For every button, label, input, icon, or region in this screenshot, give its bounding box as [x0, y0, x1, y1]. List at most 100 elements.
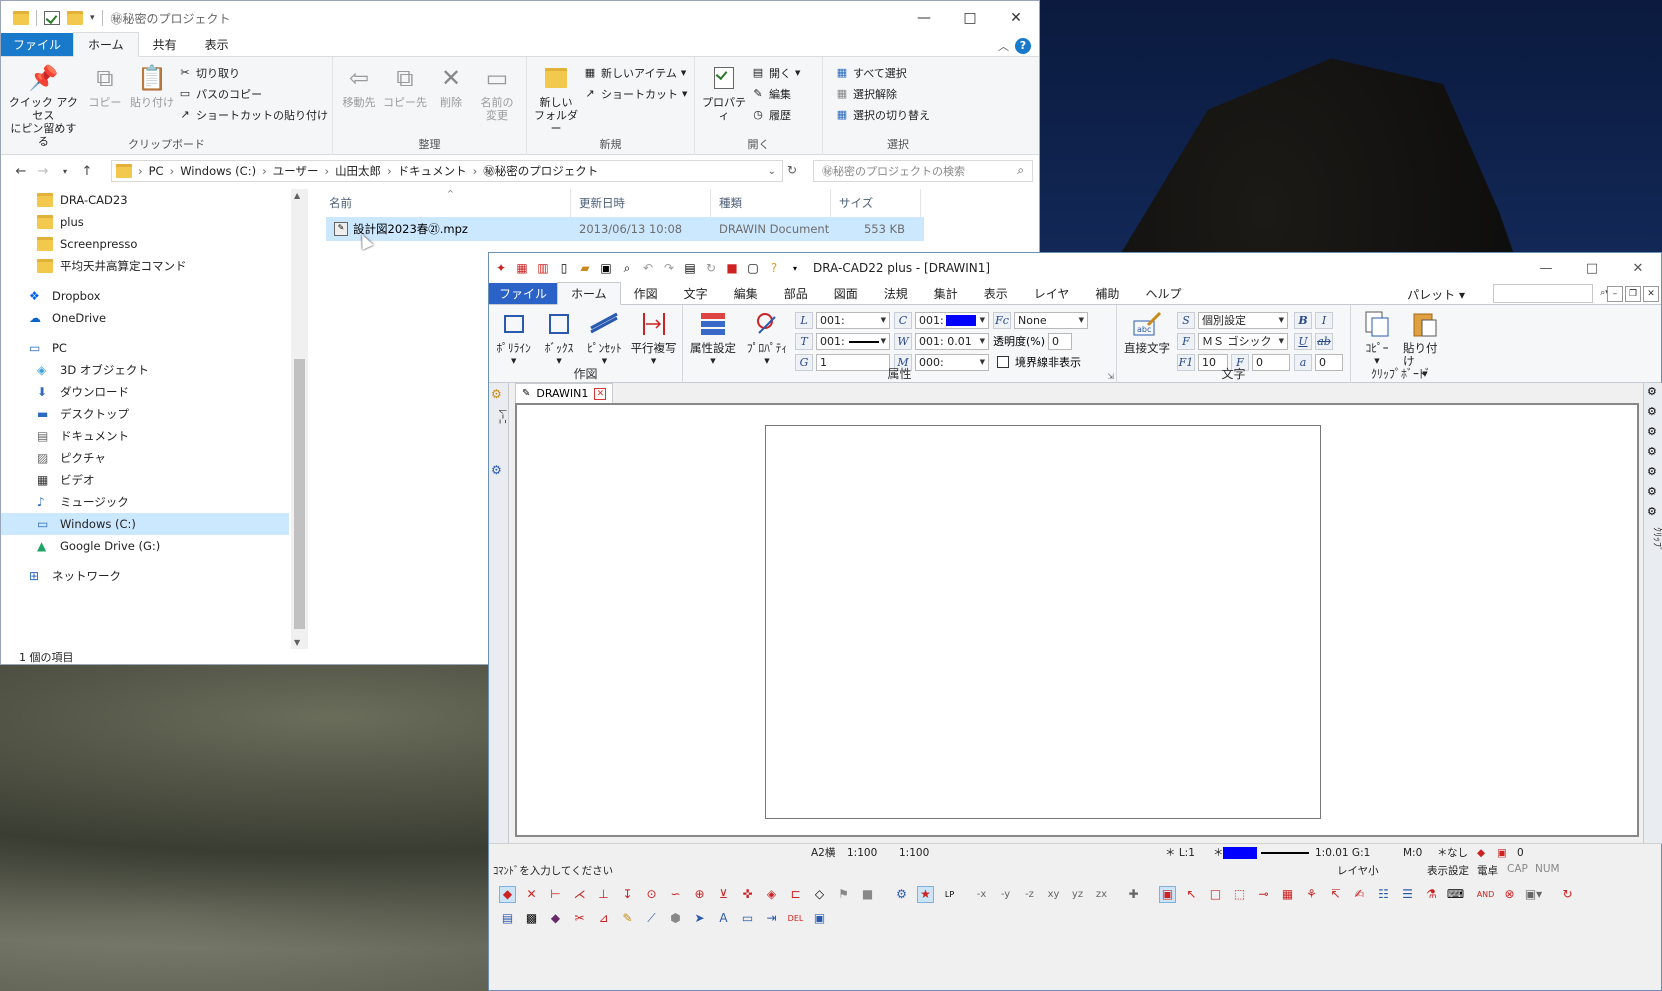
breadcrumb-drive[interactable]: Windows (C:) — [180, 164, 256, 178]
italic-button[interactable]: I — [1315, 311, 1333, 329]
menu-draw[interactable]: 作図 — [621, 283, 671, 304]
yz-lock-icon[interactable]: yz — [1069, 886, 1086, 903]
open-folder-icon[interactable]: ▰ — [577, 260, 593, 276]
help-icon[interactable]: ? — [766, 260, 782, 276]
fill-combo[interactable]: Fc None ▼ — [993, 311, 1088, 329]
copy-path-button[interactable]: ▭ パスのコピー — [178, 85, 328, 102]
zx-lock-icon[interactable]: zx — [1093, 886, 1110, 903]
help-icon[interactable]: ? — [1015, 38, 1031, 54]
select-cursor-icon[interactable]: ↖ — [1183, 886, 1200, 903]
align-icon[interactable]: ⇥ — [763, 910, 780, 927]
center-snap-icon[interactable]: ⊙ — [643, 886, 660, 903]
select-pick-icon[interactable]: ⚘ — [1303, 886, 1320, 903]
select-hand-icon[interactable]: ✍ — [1351, 886, 1368, 903]
select-none-button[interactable]: ▦ 選択解除 — [835, 85, 930, 102]
cad-close-button[interactable]: ✕ — [1615, 253, 1661, 283]
sidebar-item[interactable]: ⊞ ネットワーク — [1, 565, 308, 587]
layer-panel-icon[interactable]: ⚙ — [491, 387, 502, 401]
collapse-ribbon-icon[interactable]: ︿ — [998, 38, 1009, 54]
dialog-launcher-icon[interactable]: ⇲ — [1107, 372, 1114, 381]
calculator[interactable]: 電卓 — [1477, 863, 1498, 878]
layer-filter-icon[interactable]: ☰ — [1399, 886, 1416, 903]
magic-select-icon[interactable]: ⚗ — [1423, 886, 1440, 903]
lp-icon[interactable]: LP — [941, 886, 958, 903]
underline-button[interactable]: U — [1294, 332, 1312, 350]
hexagon-icon[interactable]: ⬢ — [667, 910, 684, 927]
line-type-combo[interactable]: L 001: ▼ — [795, 311, 890, 329]
select-pointer-icon[interactable]: ↸ — [1327, 886, 1344, 903]
x-lock-icon[interactable]: -x — [973, 886, 990, 903]
star-snap-icon[interactable]: ★ — [917, 885, 934, 903]
stop-icon[interactable]: ■ — [859, 886, 876, 903]
clipboard-icon[interactable]: ▤ — [682, 260, 698, 276]
edit-button[interactable]: ✎ 編集 — [751, 85, 800, 102]
up-arrow-icon[interactable]: ↑ — [79, 164, 95, 179]
sidebar-item[interactable]: ▦ ビデオ — [1, 469, 308, 491]
xy-lock-icon[interactable]: xy — [1045, 886, 1062, 903]
forward-arrow-icon[interactable]: → — [35, 164, 51, 179]
panel-icon-2[interactable]: ⚙ — [1647, 405, 1657, 418]
sidebar-item[interactable]: ❖ Dropbox — [1, 285, 308, 307]
property-table-icon[interactable]: ▤ — [499, 910, 516, 927]
current-line-sample[interactable] — [1261, 852, 1309, 854]
panel-icon-1[interactable]: ⚙ — [1647, 385, 1657, 398]
select-window-icon[interactable]: ▣ — [1159, 885, 1176, 903]
transparency-field[interactable]: 透明度(%) 0 — [993, 332, 1088, 350]
tab-file[interactable]: ファイル — [1, 33, 74, 56]
del-icon[interactable]: DEL — [787, 910, 804, 927]
properties-check-icon[interactable] — [44, 11, 60, 25]
line-icon[interactable]: ⟋ — [643, 910, 660, 927]
sidebar-item[interactable]: 平均天井高算定コマンド — [1, 255, 308, 277]
record-icon[interactable]: ■ — [724, 260, 740, 276]
print-preview-icon[interactable]: ⌕ — [619, 260, 635, 276]
filter-icon[interactable]: ☷ — [1375, 886, 1392, 903]
tab-home[interactable]: ホーム — [73, 32, 139, 57]
search-input[interactable]: ㊙秘密のプロジェクトの検索 ⌕ — [813, 160, 1033, 182]
menu-home[interactable]: ホーム — [557, 282, 621, 305]
distance-snap-icon[interactable]: ◈ — [763, 886, 780, 903]
column-modified[interactable]: 更新日時 — [571, 189, 711, 217]
breadcrumb-documents[interactable]: ドキュメント — [398, 163, 467, 179]
refresh-select-icon[interactable]: ↻ — [1559, 886, 1576, 903]
width-combo[interactable]: W 001: 0.01 ▼ — [894, 332, 989, 350]
menu-text[interactable]: 文字 — [671, 283, 721, 304]
sidebar-item[interactable]: ▭ Windows (C:) — [1, 513, 289, 535]
panel-icon-3[interactable]: ⚙ — [1647, 425, 1657, 438]
maximize-button[interactable]: □ — [947, 1, 993, 35]
scale-2[interactable]: 1:100 — [899, 847, 929, 859]
scroll-down-icon[interactable]: ▼ — [294, 638, 300, 647]
select-options-icon[interactable]: ▣▾ — [1525, 886, 1542, 903]
frame-icon[interactable]: ▣ — [1497, 847, 1507, 859]
hatch-none[interactable]: なし — [1447, 845, 1468, 860]
exclude-select-icon[interactable]: ⊗ — [1501, 886, 1518, 903]
sidebar-item[interactable]: ▲ Google Drive (G:) — [1, 535, 308, 557]
mdi-minimize-button[interactable]: – — [1607, 286, 1623, 302]
monitor-icon[interactable]: ▣ — [811, 910, 828, 927]
arrow-icon[interactable]: ➤ — [691, 910, 708, 927]
tab-share[interactable]: 共有 — [139, 33, 191, 56]
line-width-group[interactable]: 1:0.01 G:1 — [1315, 847, 1370, 859]
menu-aggregate[interactable]: 集計 — [921, 283, 971, 304]
settings-icon[interactable]: ⚙ — [893, 886, 910, 903]
rectangle-tool-icon[interactable]: ▭ — [739, 910, 756, 927]
keyboard-icon[interactable]: ⌨ — [1447, 886, 1464, 903]
refresh-icon[interactable]: ↻ — [787, 163, 797, 177]
open-button[interactable]: ▤ 開く ▼ — [751, 64, 801, 81]
left-panel-icon[interactable]: ⚙ — [491, 463, 502, 477]
menu-edit[interactable]: 編集 — [721, 283, 771, 304]
select-line-icon[interactable]: ⊸ — [1255, 886, 1272, 903]
drawing-canvas[interactable] — [515, 403, 1639, 837]
perpendicular-snap-icon[interactable]: ⊥ — [595, 886, 612, 903]
quadrant-snap-icon[interactable]: ⊕ — [691, 886, 708, 903]
marker-icon[interactable]: ◆ — [1477, 847, 1485, 859]
y-lock-icon[interactable]: -y — [997, 886, 1014, 903]
breadcrumb-users[interactable]: ユーザー — [273, 163, 319, 179]
sidebar-item[interactable]: ▤ ドキュメント — [1, 425, 308, 447]
line-style-combo[interactable]: T 001: ▼ — [795, 332, 890, 350]
grid-snap-icon[interactable]: ✜ — [739, 886, 756, 903]
command-prompt[interactable]: ｺﾏﾝﾄﾞを入力してください — [493, 863, 613, 878]
font-combo[interactable]: F ＭＳ ゴシック ▼ — [1177, 332, 1290, 350]
column-name[interactable]: 名前 — [321, 189, 571, 217]
flag-icon[interactable]: ⚑ — [835, 886, 852, 903]
bold-button[interactable]: B — [1294, 311, 1312, 329]
